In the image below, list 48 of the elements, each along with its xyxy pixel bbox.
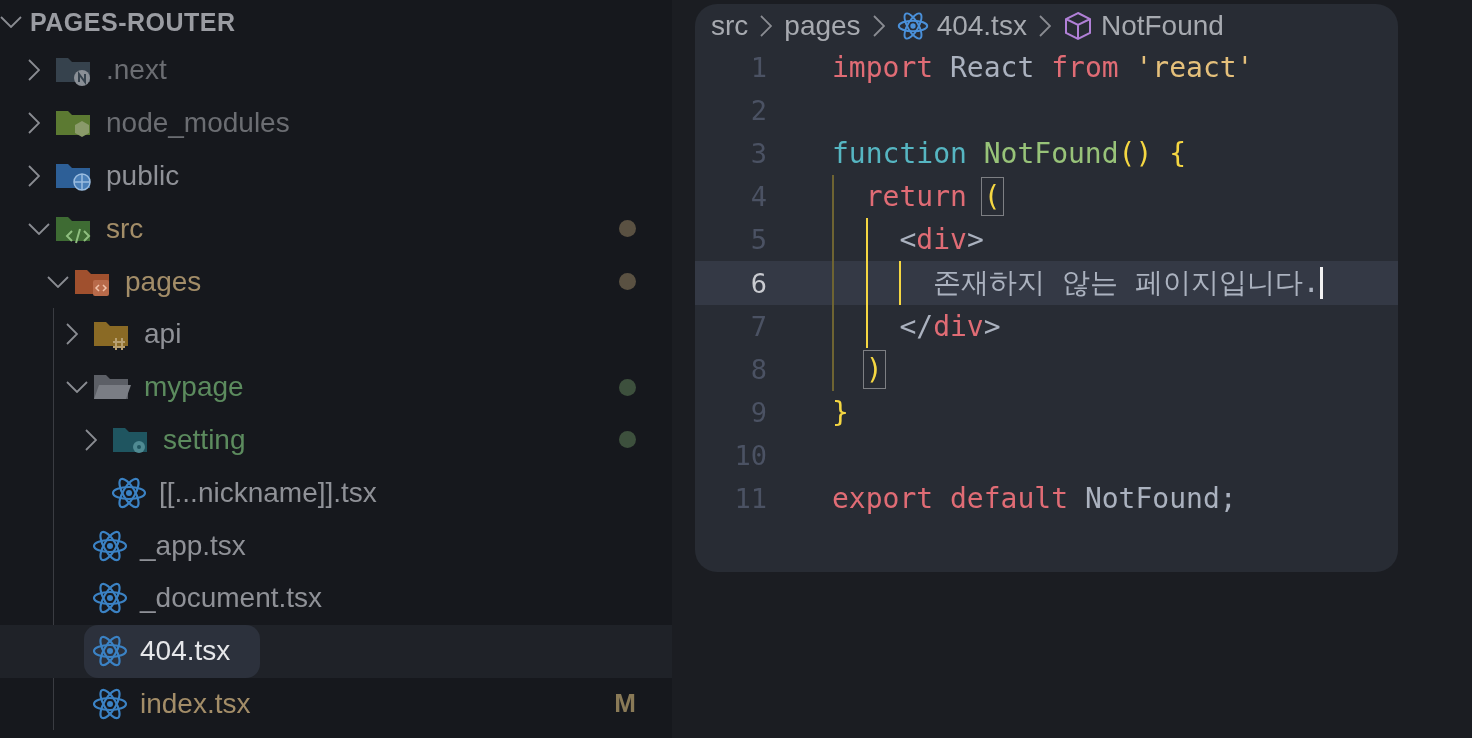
- breadcrumb-item[interactable]: src: [711, 10, 749, 42]
- folder-name: src: [106, 212, 144, 245]
- chevron-right-icon: [1038, 15, 1051, 37]
- breadcrumb-item[interactable]: 404.tsx: [896, 10, 1027, 42]
- code-text: }: [832, 394, 849, 431]
- code-text: function NotFound() {: [832, 136, 1186, 173]
- folder-name: node_modules: [106, 107, 290, 140]
- chevron-right-icon: [760, 15, 773, 37]
- folder-row[interactable]: src: [0, 202, 672, 256]
- folder-row[interactable]: public: [0, 149, 672, 203]
- folder-name: api: [144, 318, 182, 351]
- breadcrumb-item[interactable]: NotFound: [1062, 10, 1224, 42]
- react-icon: [896, 10, 929, 42]
- file-row[interactable]: index.tsx M: [0, 677, 672, 731]
- chevron-down-icon[interactable]: [0, 16, 22, 28]
- code-text: return (: [832, 175, 1001, 219]
- file-row[interactable]: _document.tsx: [0, 571, 672, 625]
- file-row[interactable]: _app.tsx: [0, 519, 672, 572]
- file-name: index.tsx: [140, 687, 251, 720]
- explorer-title: PAGES-ROUTER: [30, 7, 236, 37]
- folder-row[interactable]: .next: [0, 44, 672, 97]
- folder-name: pages: [125, 265, 202, 298]
- folder-row[interactable]: node_modules: [0, 96, 672, 150]
- folder-row[interactable]: mypage: [0, 360, 672, 414]
- folder-row[interactable]: pages: [0, 255, 672, 308]
- file-name: [[...nickname]].tsx: [159, 476, 377, 509]
- file-name: _document.tsx: [140, 582, 323, 615]
- code-text: <div>: [832, 218, 984, 262]
- git-status-label: M: [614, 688, 636, 720]
- folder-name: public: [106, 160, 180, 192]
- breadcrumb-item[interactable]: pages: [784, 10, 861, 42]
- cube-icon: [1062, 11, 1093, 41]
- line-number: 6: [749, 267, 767, 299]
- file-name: 404.tsx: [140, 635, 231, 668]
- file-name: _app.tsx: [140, 529, 246, 562]
- code-text: export default NotFound;: [832, 481, 1237, 517]
- folder-name: mypage: [144, 371, 244, 404]
- folder-name: setting: [163, 423, 246, 456]
- folder-row[interactable]: api: [0, 308, 672, 361]
- code-text: ): [832, 347, 883, 391]
- code-text: </div>: [832, 304, 1001, 348]
- chevron-right-icon: [872, 15, 885, 37]
- code-text: 존재하지 않는 페이지입니다.: [832, 261, 1323, 305]
- folder-row[interactable]: setting: [0, 413, 672, 467]
- folder-name: .next: [106, 54, 167, 87]
- file-row[interactable]: [[...nickname]].tsx: [0, 466, 672, 520]
- code-text: import React from 'react': [832, 50, 1254, 87]
- file-row[interactable]: 404.tsx: [0, 624, 672, 678]
